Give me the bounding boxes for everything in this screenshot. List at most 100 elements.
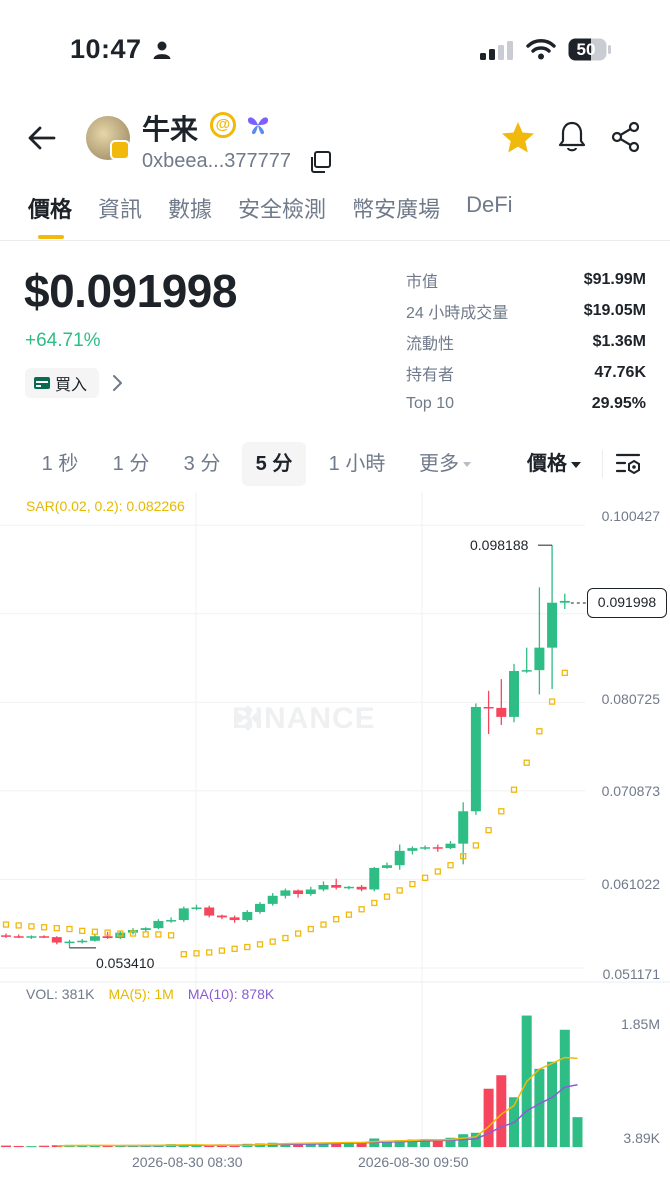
price-axis-label: 0.080725 bbox=[601, 691, 660, 707]
sar-dot bbox=[282, 934, 289, 942]
sar-dot bbox=[66, 925, 73, 933]
price-axis-label: 0.100427 bbox=[601, 508, 660, 524]
token-name: 牛来 bbox=[142, 114, 199, 145]
price-axis-label: 0.070873 bbox=[601, 783, 660, 799]
stat-row-liquidity: 流動性 $1.36M bbox=[406, 326, 646, 357]
tab-price[interactable]: 價格 bbox=[28, 192, 72, 234]
binance-watermark: BINANCE bbox=[232, 702, 376, 736]
price-change-percent: +64.71% bbox=[25, 330, 101, 351]
tab-defi[interactable]: DeFi bbox=[466, 192, 512, 234]
cellular-signal-icon bbox=[480, 41, 513, 60]
time-axis-label: 2026-08-30 08:30 bbox=[132, 1154, 243, 1170]
sar-dot bbox=[510, 786, 518, 793]
high-price-label: 0.098188 bbox=[470, 537, 529, 553]
alert-bell-icon[interactable] bbox=[556, 120, 588, 154]
sar-dot bbox=[28, 923, 35, 930]
tab-data[interactable]: 數據 bbox=[168, 192, 212, 234]
buy-button[interactable]: 買入 bbox=[25, 368, 99, 398]
sar-dot bbox=[383, 893, 391, 900]
stat-value: $91.99M bbox=[583, 270, 646, 288]
candle-body bbox=[293, 890, 304, 894]
butterfly-icon[interactable] bbox=[245, 112, 271, 138]
volume-bar bbox=[1, 1145, 11, 1147]
sar-dot bbox=[498, 808, 505, 815]
candle-body bbox=[255, 903, 265, 912]
active-tab-indicator bbox=[38, 235, 64, 239]
buy-label: 買入 bbox=[55, 377, 88, 394]
candle-body bbox=[407, 848, 418, 851]
volume-axis-label: 3.89K bbox=[623, 1130, 660, 1146]
volume-bar bbox=[559, 1029, 570, 1147]
candle-body bbox=[432, 847, 443, 849]
sar-dot bbox=[218, 947, 226, 954]
sar-dot bbox=[434, 868, 441, 875]
candle-body bbox=[51, 937, 62, 943]
sar-dot bbox=[167, 932, 175, 939]
sar-dot bbox=[320, 921, 327, 928]
candle-body bbox=[153, 920, 164, 929]
stat-value: 29.95% bbox=[591, 394, 646, 412]
stat-label: 持有者 bbox=[406, 366, 455, 384]
low-price-label: 0.053410 bbox=[96, 955, 155, 971]
sar-dot bbox=[79, 927, 86, 934]
timeframe-1h[interactable]: 1 小時 bbox=[316, 442, 398, 486]
timeframe-1m[interactable]: 1 分 bbox=[100, 442, 162, 486]
candle-body bbox=[204, 907, 215, 916]
timeframe-1s[interactable]: 1 秒 bbox=[28, 442, 92, 486]
ma10-line bbox=[120, 1084, 578, 1147]
sar-dot bbox=[15, 922, 22, 929]
volume-bar bbox=[26, 1146, 37, 1148]
chevron-right-icon[interactable] bbox=[110, 374, 124, 392]
sar-dot bbox=[53, 925, 60, 932]
candle-body bbox=[483, 706, 494, 709]
sar-dot bbox=[472, 842, 480, 849]
tab-info[interactable]: 資訊 bbox=[98, 192, 142, 234]
sar-dot bbox=[358, 906, 365, 913]
sar-dot bbox=[294, 930, 302, 937]
candle-body bbox=[369, 867, 380, 890]
mention-at-icon[interactable]: @ bbox=[210, 112, 236, 138]
stat-label: 流動性 bbox=[406, 335, 455, 353]
timeframe-3m[interactable]: 3 分 bbox=[170, 442, 234, 486]
sar-dot bbox=[523, 759, 530, 766]
candle-body bbox=[318, 884, 329, 890]
wifi-icon bbox=[526, 39, 556, 60]
person-icon bbox=[153, 41, 171, 59]
share-icon[interactable] bbox=[610, 121, 642, 153]
sar-dot bbox=[2, 921, 10, 928]
sar-dot bbox=[548, 698, 556, 705]
volume-bar bbox=[458, 1134, 469, 1147]
candle-body bbox=[458, 811, 469, 844]
candle-body bbox=[280, 890, 291, 896]
timeframe-5m[interactable]: 5 分 bbox=[242, 442, 306, 486]
volume-bar bbox=[547, 1061, 558, 1147]
candle-body bbox=[166, 920, 177, 922]
favorite-star-icon[interactable] bbox=[500, 120, 536, 156]
sar-dot bbox=[396, 887, 403, 894]
copy-icon[interactable] bbox=[308, 150, 332, 174]
tab-security-check[interactable]: 安全檢測 bbox=[238, 192, 326, 234]
stat-row-24h-volume: 24 小時成交量 $19.05M bbox=[406, 295, 646, 326]
chart-canvas bbox=[0, 492, 670, 1150]
tab-binance-square[interactable]: 幣安廣場 bbox=[352, 192, 440, 234]
volume-bar bbox=[572, 1117, 583, 1147]
sar-dot bbox=[256, 941, 264, 948]
sar-dot bbox=[447, 862, 454, 869]
contract-address: 0xbeea...377777 bbox=[142, 150, 292, 172]
price-type-selector[interactable]: 價格 bbox=[527, 442, 581, 486]
sar-dot bbox=[244, 943, 251, 951]
sar-dot bbox=[91, 928, 99, 935]
price-chart[interactable]: BINANCE SAR(0.02, 0.2): 0.082266 0.10042… bbox=[0, 492, 670, 1192]
candle-body bbox=[521, 670, 532, 672]
back-arrow-icon[interactable] bbox=[26, 122, 58, 154]
timeframe-more[interactable]: 更多 bbox=[410, 442, 480, 486]
sar-dot bbox=[485, 827, 492, 834]
sar-dot bbox=[561, 669, 568, 676]
stat-row-market-cap: 市值 $91.99M bbox=[406, 264, 646, 295]
chart-settings-icon[interactable] bbox=[615, 450, 643, 478]
candle-body bbox=[305, 889, 316, 894]
sar-indicator-label: SAR(0.02, 0.2): 0.082266 bbox=[26, 498, 185, 514]
volume-bar bbox=[13, 1145, 24, 1147]
stat-label: 市值 bbox=[406, 273, 439, 291]
sar-dot bbox=[155, 931, 162, 938]
